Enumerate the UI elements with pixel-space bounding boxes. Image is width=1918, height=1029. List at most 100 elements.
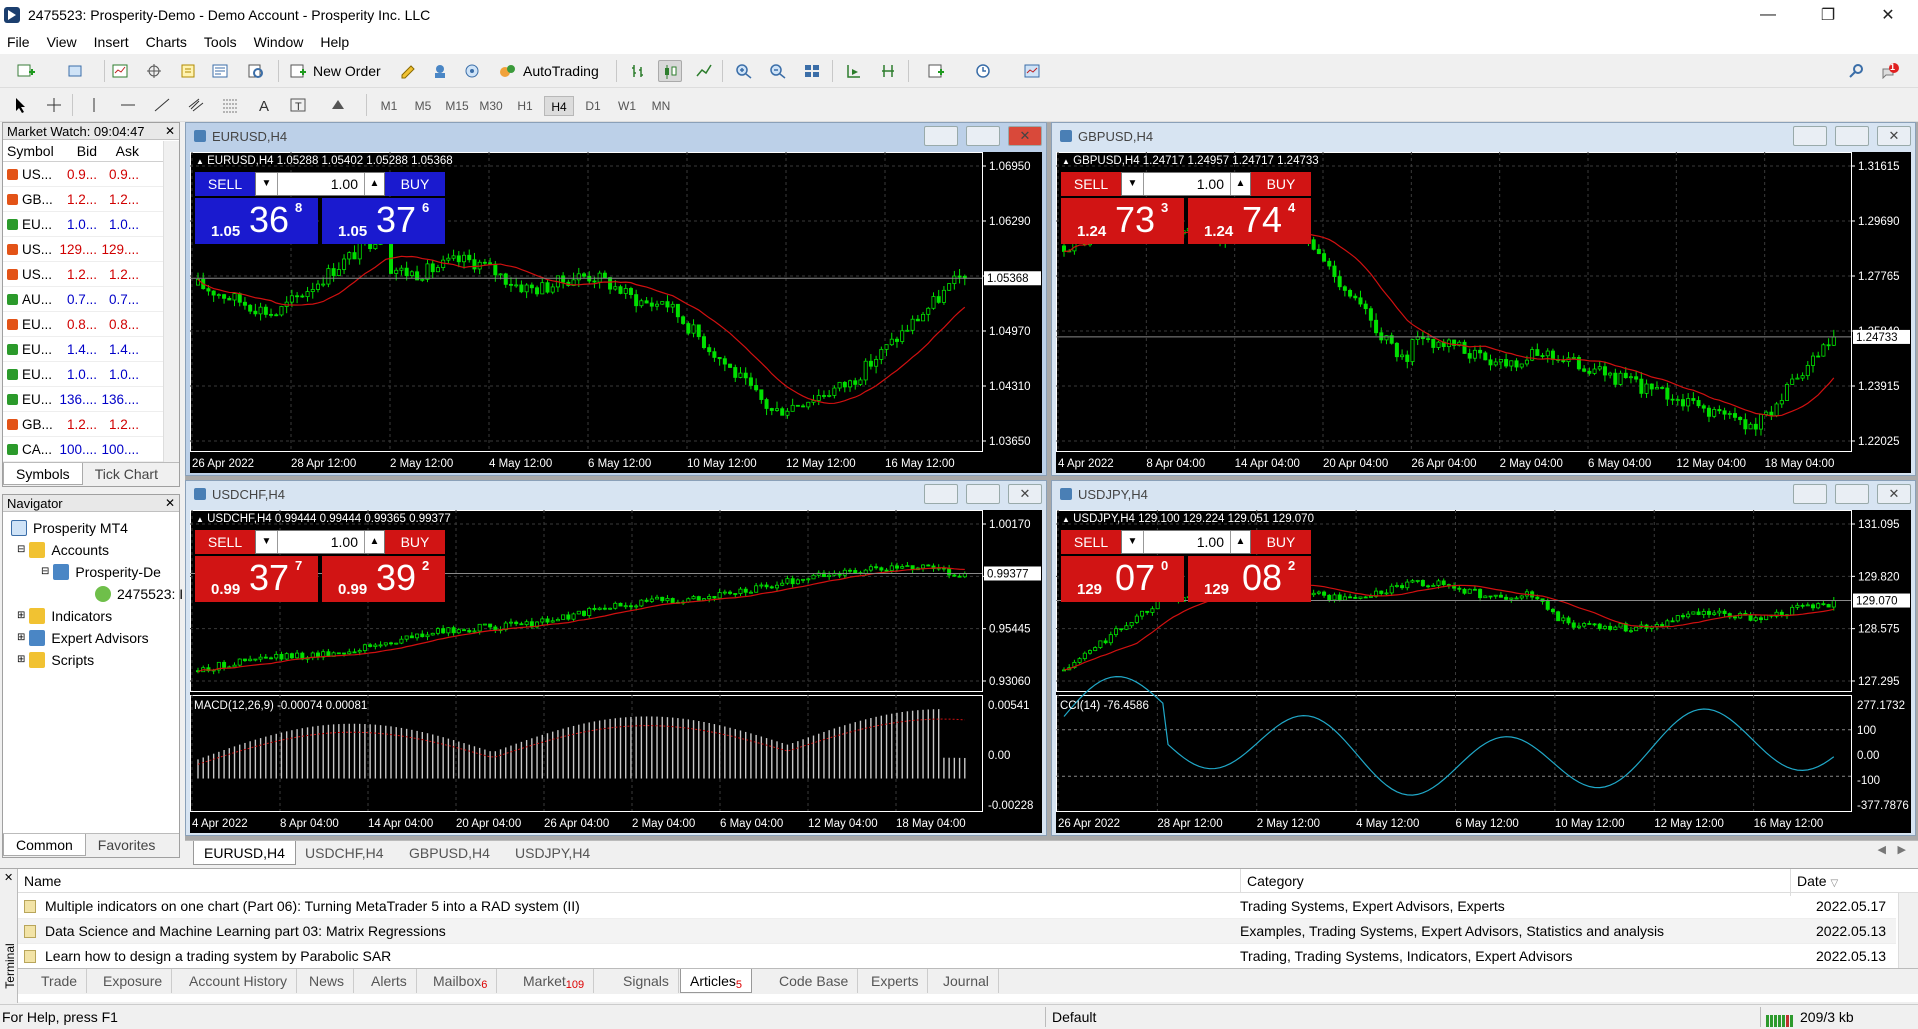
timeframe-w1[interactable]: W1 [612,96,642,116]
timeframe-mn[interactable]: MN [646,96,676,116]
terminal-tab-mailbox[interactable]: Mailbox6 [424,969,498,993]
terminal-tab-code-base[interactable]: Code Base [770,969,859,993]
chevron-up-icon[interactable]: ▲ [364,173,384,195]
channel-icon[interactable] [184,94,208,116]
terminal-tab-journal[interactable]: Journal [934,969,999,993]
buy-price-button[interactable]: 129 08 2 [1188,556,1311,602]
menu-help[interactable]: Help [313,34,359,50]
maximize-icon[interactable] [966,126,1000,146]
new-order-label[interactable]: New Order [313,63,381,79]
market-watch-row[interactable]: CA... 100.... 100.... [3,437,179,462]
timeframe-m5[interactable]: M5 [408,96,438,116]
market-watch-row[interactable]: EU... 1.0... 1.0... [3,212,179,237]
sell-button[interactable]: SELL [1061,530,1121,554]
line-chart-icon[interactable] [692,60,716,82]
tab-tick-chart[interactable]: Tick Chart [83,463,170,485]
horizontal-line-icon[interactable] [116,94,140,116]
metaeditor-icon[interactable] [396,60,420,82]
market-watch-row[interactable]: EU... 136.... 136.... [3,387,179,412]
chevron-down-icon[interactable]: ▼ [1122,531,1144,553]
market-watch-row[interactable]: US... 0.9... 0.9... [3,162,179,187]
profiles-button[interactable] [56,60,96,82]
close-icon[interactable]: ✕ [165,495,175,512]
tab-symbols[interactable]: Symbols [3,463,83,485]
notifications-icon[interactable]: 1 [1878,60,1902,82]
close-icon[interactable]: ✕ [1008,126,1042,146]
terminal-icon[interactable] [208,60,232,82]
market-watch-row[interactable]: EU... 1.4... 1.4... [3,337,179,362]
chart-title-bar[interactable]: USDJPY,H4 ✕ [1052,481,1915,508]
article-row[interactable]: Learn how to design a trading system by … [18,944,1896,969]
nav-item-root[interactable]: Prosperity MT4 [11,517,128,539]
fibonacci-icon[interactable] [218,94,242,116]
nav-item-indicators[interactable]: ⊞ Indicators [17,605,112,627]
market-watch-row[interactable]: US... 1.2... 1.2... [3,262,179,287]
column-header-date[interactable]: Date ▽ [1790,869,1890,896]
close-icon[interactable]: ✕ [1877,484,1911,504]
tile-windows-icon[interactable] [800,60,824,82]
close-icon[interactable]: ✕ [1877,126,1911,146]
buy-button[interactable]: BUY [385,172,445,196]
nav-item-account[interactable]: 2475523: I [95,583,183,605]
bar-chart-icon[interactable] [626,60,650,82]
maximize-icon[interactable] [1835,126,1869,146]
timeframe-m1[interactable]: M1 [374,96,404,116]
chevron-up-icon[interactable]: ▲ [1230,531,1250,553]
sell-price-button[interactable]: 129 07 0 [1061,556,1184,602]
timeframe-d1[interactable]: D1 [578,96,608,116]
buy-button[interactable]: BUY [1251,172,1311,196]
buy-price-button[interactable]: 1.05 37 6 [322,198,445,244]
buy-button[interactable]: BUY [1251,530,1311,554]
text-icon[interactable]: A [252,94,276,116]
chevron-up-icon[interactable]: ▲ [364,531,384,553]
chevron-down-icon[interactable]: ▼ [1122,173,1144,195]
column-header-category[interactable]: Category [1240,869,1304,893]
arrows-icon[interactable] [318,94,358,116]
terminal-tab-trade[interactable]: Trade [32,969,88,993]
chevron-down-icon[interactable]: ▼ [256,173,278,195]
autotrading-label[interactable]: AutoTrading [523,63,599,79]
sell-button[interactable]: SELL [195,530,255,554]
restore-button[interactable]: ❐ [1798,0,1858,30]
chart-shift-icon[interactable] [876,60,900,82]
chevron-up-icon[interactable]: ▲ [1230,173,1250,195]
autotrading-icon[interactable] [496,60,520,82]
zoom-out-icon[interactable] [766,60,790,82]
terminal-tab-account-history[interactable]: Account History [180,969,298,993]
chart-tab-gbpusd[interactable]: GBPUSD,H4 [399,841,500,865]
candlestick-icon[interactable] [658,60,682,82]
strategy-tester-icon[interactable] [244,60,268,82]
timeframe-h4[interactable]: H4 [544,96,574,116]
chart-window-eurusd[interactable]: EURUSD,H4✕1.069501.062901.056301.049701.… [185,122,1047,476]
menu-insert[interactable]: Insert [87,34,139,50]
new-chart-button[interactable] [6,60,46,82]
market-watch-row[interactable]: AU... 0.7... 0.7... [3,287,179,312]
buy-button[interactable]: BUY [385,530,445,554]
buy-price-button[interactable]: 1.24 74 4 [1188,198,1311,244]
timeframe-m30[interactable]: M30 [476,96,506,116]
terminal-tab-experts[interactable]: Experts [862,969,929,993]
templates-icon[interactable] [1012,60,1052,82]
scroll-right-icon[interactable]: ▶ [1898,843,1906,856]
navigator-icon[interactable] [176,60,200,82]
chart-tab-usdjpy[interactable]: USDJPY,H4 [505,841,600,865]
market-watch-scrollbar[interactable] [163,141,179,463]
buy-price-button[interactable]: 0.99 39 2 [322,556,445,602]
timeframe-h1[interactable]: H1 [510,96,540,116]
minimize-icon[interactable] [1793,484,1827,504]
chart-tab-eurusd[interactable]: EURUSD,H4 [193,841,296,865]
article-row[interactable]: Data Science and Machine Learning part 0… [18,919,1896,944]
market-watch-row[interactable]: US... 129.... 129.... [3,237,179,262]
column-header-ask[interactable]: Ask [101,140,143,161]
zoom-in-icon[interactable] [732,60,756,82]
chart-title-bar[interactable]: GBPUSD,H4 ✕ [1052,123,1915,150]
nav-item-accounts[interactable]: ⊟ Accounts [17,539,109,561]
chart-window-gbpusd[interactable]: GBPUSD,H4✕1.316151.296901.277651.258401.… [1051,122,1916,476]
sell-price-button[interactable]: 0.99 37 7 [195,556,318,602]
market-watch-icon[interactable] [108,60,132,82]
chart-window-usdjpy[interactable]: USDJPY,H4 ✕ 131.095 129.820 128.575 127.295 26… [1051,480,1916,836]
chart-tab-usdchf[interactable]: USDCHF,H4 [295,841,394,865]
market-watch-row[interactable]: EU... 1.0... 1.0... [3,362,179,387]
terminal-tab-signals[interactable]: Signals [614,969,679,993]
close-icon[interactable]: ✕ [165,123,175,140]
